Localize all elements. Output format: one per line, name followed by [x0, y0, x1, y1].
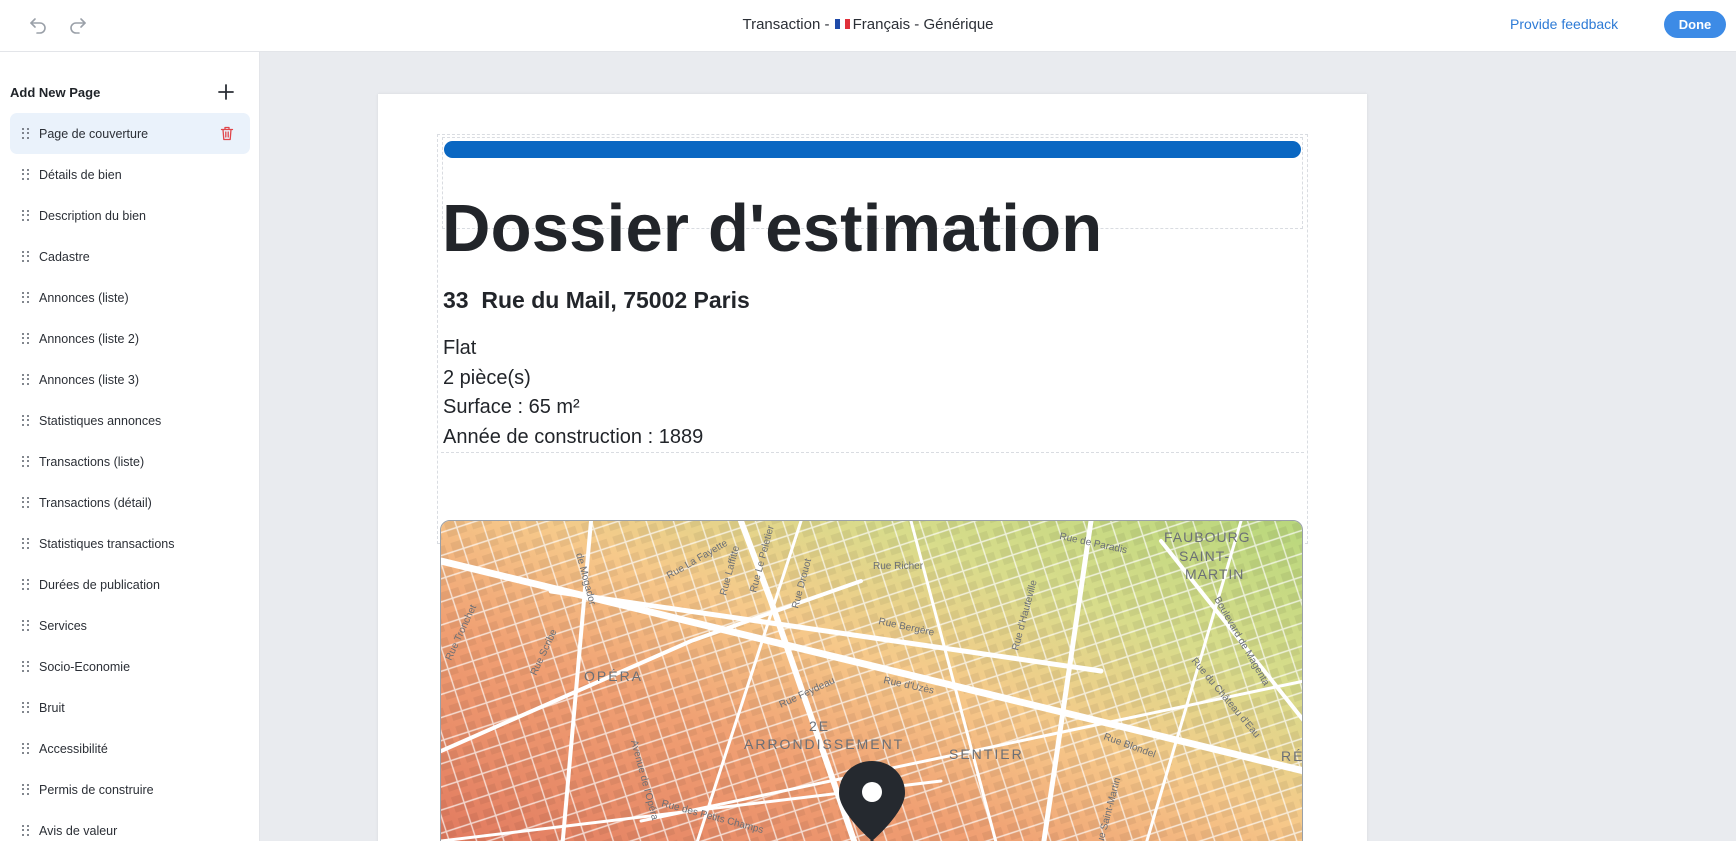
drag-handle-icon[interactable]	[22, 455, 30, 468]
sidebar-page-label: Description du bien	[39, 208, 147, 223]
top-bar: Transaction - Français - Générique Provi…	[0, 0, 1736, 52]
sidebar-page-item[interactable]: Détails de bien	[10, 154, 250, 195]
property-surface: Surface : 65 m²	[443, 396, 580, 419]
sidebar-page-label: Bruit	[39, 700, 65, 715]
map-label: FAUBOURG	[1164, 529, 1251, 545]
property-address[interactable]: 33 Rue du Mail, 75002 Paris	[443, 287, 750, 314]
map-label: ARRONDISSEMENT	[744, 736, 904, 752]
drag-handle-icon[interactable]	[22, 578, 30, 591]
add-new-page-heading: Add New Page	[10, 85, 101, 100]
sidebar-page-label: Annonces (liste 2)	[39, 331, 140, 346]
drag-handle-icon[interactable]	[22, 127, 30, 140]
fr-flag-icon	[834, 16, 850, 29]
drag-handle-icon[interactable]	[22, 291, 30, 304]
sidebar-page-item[interactable]: Cadastre	[10, 236, 250, 277]
sidebar-page-label: Statistiques annonces	[39, 413, 162, 428]
sidebar-page-label: Annonces (liste)	[39, 290, 129, 305]
drag-handle-icon[interactable]	[22, 332, 30, 345]
provide-feedback-link[interactable]: Provide feedback	[1510, 16, 1618, 36]
sidebar-page-label: Transactions (détail)	[39, 495, 152, 510]
sidebar-page-label: Permis de construire	[39, 782, 154, 797]
done-button[interactable]: Done	[1664, 11, 1726, 38]
drag-handle-icon[interactable]	[22, 373, 30, 386]
pages-sidebar: Add New Page Page de couverture Détails d…	[0, 52, 260, 841]
document-title: Transaction - Français - Générique	[0, 16, 1736, 33]
sidebar-page-label: Cadastre	[39, 249, 90, 264]
drag-handle-icon[interactable]	[22, 168, 30, 181]
map-label: MARTIN	[1185, 566, 1244, 582]
document-heading[interactable]: Dossier d'estimation	[442, 190, 1102, 267]
property-type: Flat	[443, 337, 477, 359]
map-label: OPÉRA	[584, 668, 643, 684]
drag-handle-icon[interactable]	[22, 619, 30, 632]
sidebar-page-item[interactable]: Page de couverture	[10, 113, 250, 154]
sidebar-page-item[interactable]: Transactions (liste)	[10, 441, 250, 482]
page-list: Page de couverture Détails de bien Descrip…	[10, 113, 250, 841]
sidebar-page-label: Accessibilité	[39, 741, 108, 756]
sidebar-page-item[interactable]: Statistiques transactions	[10, 523, 250, 564]
sidebar-page-label: Durées de publication	[39, 577, 160, 592]
sidebar-page-item[interactable]: Socio-Economie	[10, 646, 250, 687]
map-label: SAINT-	[1179, 548, 1230, 564]
map-label: RÉ	[1281, 748, 1303, 764]
sidebar-page-item[interactable]: Accessibilité	[10, 728, 250, 769]
sidebar-page-label: Transactions (liste)	[39, 454, 145, 469]
sidebar-page-label: Page de couverture	[39, 126, 149, 141]
accent-bar	[444, 141, 1301, 158]
drag-handle-icon[interactable]	[22, 824, 30, 837]
sidebar-page-item[interactable]: Services	[10, 605, 250, 646]
sidebar-page-item[interactable]: Statistiques annonces	[10, 400, 250, 441]
drag-handle-icon[interactable]	[22, 496, 30, 509]
sidebar-page-item[interactable]: Annonces (liste 3)	[10, 359, 250, 400]
property-details[interactable]: Flat 2 pièce(s) Surface : 65 m² Année de…	[443, 334, 703, 453]
sidebar-page-item[interactable]: Annonces (liste 2)	[10, 318, 250, 359]
drag-handle-icon[interactable]	[22, 701, 30, 714]
document-page[interactable]: Dossier d'estimation 33 Rue du Mail, 750…	[378, 94, 1367, 841]
sidebar-page-label: Socio-Economie	[39, 659, 131, 674]
drag-handle-icon[interactable]	[22, 742, 30, 755]
sidebar-page-label: Annonces (liste 3)	[39, 372, 140, 387]
sidebar-page-item[interactable]: Annonces (liste)	[10, 277, 250, 318]
plus-icon[interactable]	[216, 82, 236, 102]
sidebar-page-label: Services	[39, 618, 87, 633]
sidebar-page-item[interactable]: Permis de construire	[10, 769, 250, 810]
property-rooms: 2 pièce(s)	[443, 366, 531, 389]
map-label: Rue Richer	[873, 561, 924, 572]
drag-handle-icon[interactable]	[22, 414, 30, 427]
sidebar-page-label: Statistiques transactions	[39, 536, 175, 551]
sidebar-page-item[interactable]: Avis de valeur	[10, 810, 250, 841]
map-image: de Mogador Rue La Fayette Rue Laffitte R…	[441, 521, 1303, 841]
property-year: Année de construction : 1889	[443, 426, 704, 449]
drag-handle-icon[interactable]	[22, 660, 30, 673]
trash-icon[interactable]	[220, 126, 234, 141]
sidebar-page-item[interactable]: Description du bien	[10, 195, 250, 236]
sidebar-page-item[interactable]: Durées de publication	[10, 564, 250, 605]
map-label: 2E	[809, 718, 830, 734]
drag-handle-icon[interactable]	[22, 783, 30, 796]
title-language: Français - Générique	[852, 16, 994, 33]
title-prefix: Transaction -	[742, 16, 834, 33]
sidebar-page-label: Avis de valeur	[39, 823, 118, 838]
drag-handle-icon[interactable]	[22, 250, 30, 263]
sidebar-page-label: Détails de bien	[39, 167, 122, 182]
drag-handle-icon[interactable]	[22, 209, 30, 222]
location-map[interactable]: de Mogador Rue La Fayette Rue Laffitte R…	[440, 520, 1303, 841]
drag-handle-icon[interactable]	[22, 537, 30, 550]
sidebar-page-item[interactable]: Transactions (détail)	[10, 482, 250, 523]
map-label: SENTIER	[949, 746, 1024, 762]
sidebar-page-item[interactable]: Bruit	[10, 687, 250, 728]
